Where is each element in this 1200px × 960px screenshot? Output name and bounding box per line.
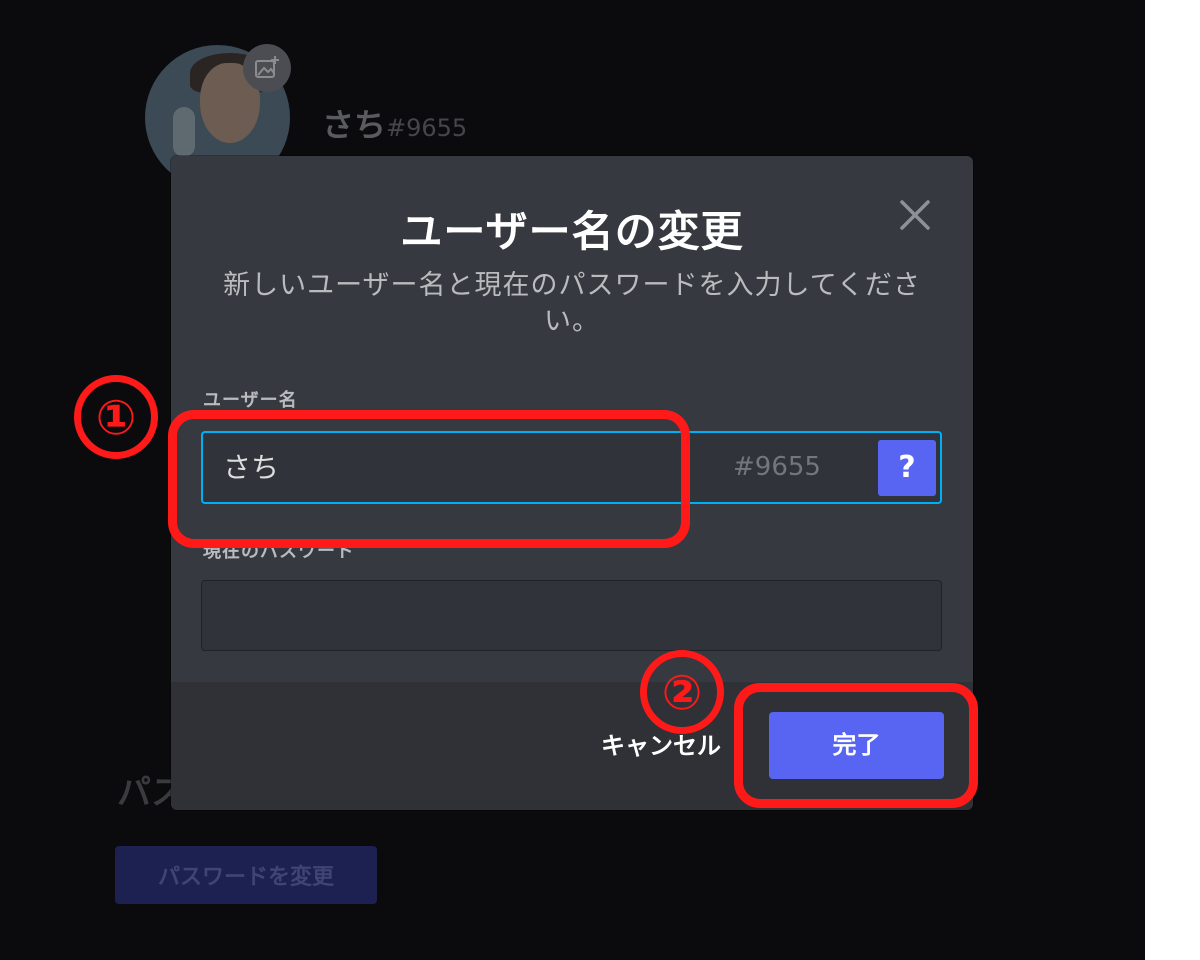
change-password-button[interactable]: パスワードを変更 [115, 846, 377, 904]
modal-subtitle: 新しいユーザー名と現在のパスワードを入力してください。 [223, 270, 921, 337]
profile-username-tag: #9655 [386, 114, 468, 142]
username-highlight-box [168, 410, 690, 548]
profile-username: さち#9655 [322, 100, 467, 146]
modal-title: ユーザー名の変更 [400, 207, 744, 256]
profile-username-name: さち [322, 106, 387, 144]
cancel-button[interactable]: キャンセル [596, 724, 726, 768]
current-password-input[interactable] [201, 580, 942, 651]
close-icon[interactable] [897, 197, 933, 233]
done-highlight-box [734, 683, 978, 808]
discriminator-tag: #9655 [733, 452, 821, 482]
help-button[interactable]: ? [878, 440, 936, 496]
step-2-marker: ② [640, 650, 724, 734]
microphone-illustration [173, 107, 195, 157]
username-label: ユーザー名 [203, 390, 298, 411]
upload-image-icon[interactable] [243, 44, 291, 92]
step-1-marker: ① [74, 375, 158, 459]
